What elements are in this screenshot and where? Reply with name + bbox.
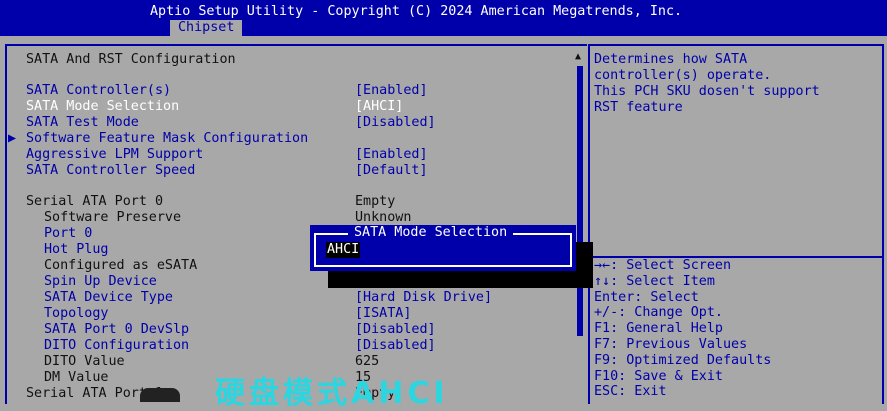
key-help-line: ESC: Exit (594, 384, 667, 400)
setting-label: DITO Value (44, 354, 125, 369)
popup-title: SATA Mode Selection (348, 225, 514, 241)
tab-chipset[interactable]: Chipset (170, 20, 243, 36)
setting-value: 625 (355, 354, 380, 369)
setting-value[interactable]: [Enabled] (355, 147, 428, 163)
setting-value[interactable]: [Disabled] (355, 322, 436, 338)
page-title: SATA And RST Configuration (26, 52, 236, 67)
key-help-line: Enter: Select (594, 289, 699, 305)
help-panel-top-border (588, 44, 884, 46)
setting-value[interactable]: [Default] (355, 163, 428, 179)
app-title: Aptio Setup Utility - Copyright (C) 2024… (150, 4, 683, 19)
setting-value[interactable]: [Disabled] (355, 115, 436, 131)
key-help-line: F7: Previous Values (594, 337, 748, 352)
help-panel-right-border (882, 44, 884, 404)
panel-divider (588, 44, 590, 404)
setting-label: Serial ATA Port 0 (26, 194, 164, 209)
title-bar: Aptio Setup Utility - Copyright (C) 2024… (0, 0, 887, 36)
setting-label: DM Value (44, 370, 109, 385)
setting-value: Empty (355, 194, 396, 209)
setting-value[interactable]: [AHCI] (355, 99, 403, 115)
overlay-caption: 硬盘模式AHCI (215, 376, 449, 411)
setting-label[interactable]: SATA Port 0 DevSlp (44, 322, 189, 338)
scroll-up-icon[interactable]: ▲ (575, 52, 581, 62)
setting-value[interactable]: [Disabled] (355, 338, 436, 354)
setting-label[interactable]: Hot Plug (44, 242, 109, 258)
setting-label[interactable]: DITO Configuration (44, 338, 189, 354)
setting-label[interactable]: Port 0 (44, 226, 92, 242)
setting-label[interactable]: Aggressive LPM Support (26, 147, 203, 163)
key-help-line: F10: Save & Exit (594, 368, 723, 384)
setting-label[interactable]: Spin Up Device (44, 274, 157, 290)
setting-label[interactable]: SATA Controller(s) (26, 83, 171, 99)
key-help-line: +/-: Change Opt. (594, 305, 723, 321)
setting-value[interactable]: [Enabled] (355, 83, 428, 99)
setting-label[interactable]: SATA Test Mode (26, 115, 139, 131)
setting-label[interactable]: SATA Mode Selection (26, 99, 179, 115)
key-help-line: →←: Select Screen (594, 258, 732, 273)
setting-label: Software Preserve (44, 210, 182, 225)
submenu-arrow-icon: ▶ (8, 131, 17, 146)
help-line: RST feature (594, 100, 683, 115)
key-help-line: F1: General Help (594, 321, 723, 337)
setting-value[interactable]: [ISATA] (355, 306, 411, 322)
setting-label[interactable]: SATA Controller Speed (26, 163, 195, 179)
scrollbar-thumb[interactable] (577, 66, 583, 336)
help-line: Determines how SATA (594, 52, 748, 67)
setting-value: Unknown (355, 210, 412, 225)
setting-label[interactable]: SATA Device Type (44, 290, 173, 306)
sata-mode-popup: SATA Mode Selection AHCI (310, 225, 576, 271)
help-line: This PCH SKU dosen't support (594, 84, 820, 99)
help-line: controller(s) operate. (594, 68, 772, 83)
key-help-line: F9: Optimized Defaults (594, 352, 772, 368)
setting-label[interactable]: Software Feature Mask Configuration (26, 131, 308, 147)
setting-label: Configured as eSATA (44, 258, 198, 273)
key-help-line: ↑↓: Select Item (594, 273, 715, 289)
setting-value[interactable]: [Hard Disk Drive] (355, 290, 492, 306)
popup-option-ahci[interactable]: AHCI (326, 242, 361, 258)
setting-label[interactable]: Topology (44, 306, 109, 322)
